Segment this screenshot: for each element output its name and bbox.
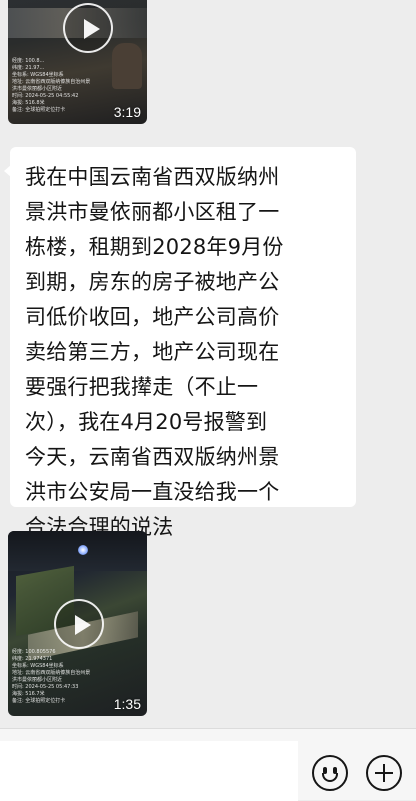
video-scene-person	[112, 43, 142, 89]
message-line: 卖给第三方，地产公司现在	[25, 340, 280, 364]
video-scene-light	[78, 545, 88, 555]
video-watermark: 经度: 100.805576 纬度: 21.974371 坐标系: WGS84坐…	[12, 649, 91, 704]
plus-bar-vertical	[383, 764, 385, 782]
message-line: 栋楼，租期到2028年9月份	[25, 235, 284, 259]
emoji-icon[interactable]	[312, 755, 348, 791]
input-bar	[0, 728, 416, 801]
message-input[interactable]	[0, 741, 298, 801]
play-icon[interactable]	[54, 599, 104, 649]
message-line: 次），我在4月20号报警到	[25, 410, 268, 434]
emoji-mouth	[322, 773, 338, 782]
message-line: 我在中国云南省西双版纳州	[25, 165, 280, 189]
message-line: 司低价收回，地产公司高价	[25, 305, 280, 329]
video-message-1[interactable]: 经度: 100.8... 纬度: 21.97... 坐标系: WGS84坐标系 …	[8, 0, 147, 124]
plus-icon[interactable]	[366, 755, 402, 791]
video-duration: 3:19	[113, 104, 141, 120]
text-message-bubble[interactable]: 我在中国云南省西双版纳州 景洪市曼依丽都小区租了一 栋楼，租期到2028年9月份…	[4, 147, 356, 539]
message-line: 洪市公安局一直没给我一个	[25, 480, 280, 504]
video-duration: 1:35	[113, 696, 141, 712]
video-message-2[interactable]: 经度: 100.805576 纬度: 21.974371 坐标系: WGS84坐…	[8, 531, 147, 716]
message-line: 今天，云南省西双版纳州景	[25, 445, 280, 469]
video-watermark: 经度: 100.8... 纬度: 21.97... 坐标系: WGS84坐标系 …	[12, 58, 91, 113]
chat-area: 经度: 100.8... 纬度: 21.97... 坐标系: WGS84坐标系 …	[0, 0, 416, 728]
play-icon[interactable]	[63, 3, 113, 53]
message-line: 到期，房东的房子被地产公	[25, 270, 280, 294]
message-line: 景洪市曼依丽都小区租了一	[25, 200, 280, 224]
message-line: 要强行把我撵走（不止一	[25, 375, 259, 399]
